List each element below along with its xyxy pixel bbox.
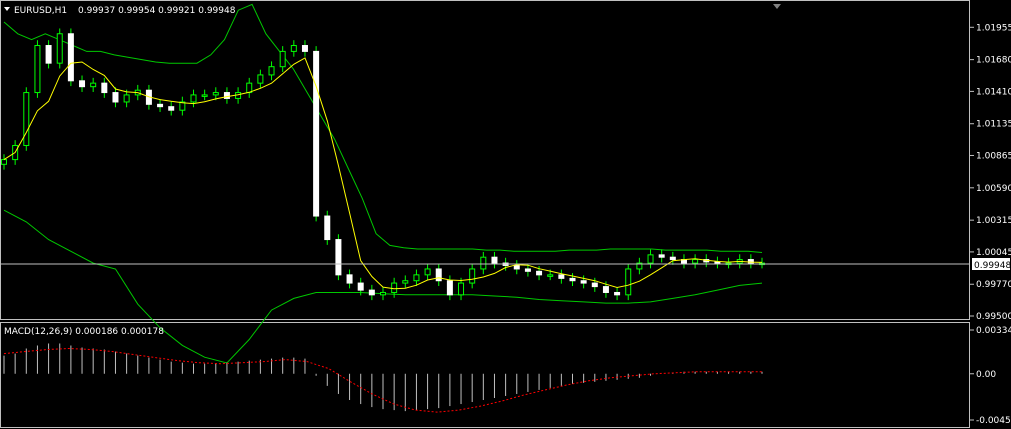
candle-body [112,92,119,103]
candle-body [547,274,554,277]
candle-body [168,106,175,111]
candle-body [201,94,208,97]
candle-body [324,215,331,241]
candle-body [625,268,632,296]
candle-body [446,280,453,296]
candle-body [458,282,465,296]
candle-body [79,80,86,88]
candle-body [591,282,598,288]
candle-body [212,92,219,96]
candle-body [491,256,498,264]
price-tick-label: 0.99770 [976,280,1011,290]
candle-body [435,268,442,282]
candle-body [692,259,699,264]
price-tick-label: 1.00315 [976,216,1011,226]
candle-body [157,103,164,108]
trading-chart: 1.01955 1.01680 1.01410 1.01135 1.00865 1.005… [0,0,1011,429]
price-tick-label: 1.01955 [976,23,1011,33]
candle-body [413,274,420,282]
candle-body [524,268,531,272]
candle-body [480,256,487,270]
candle-body [23,92,30,146]
candle-body [602,286,609,293]
candle-body [290,45,297,52]
candle-body [580,280,587,284]
symbol-label: EURUSD,H1 [14,6,67,16]
candle-body [335,239,342,276]
candle-body [301,45,308,52]
candle-body [669,256,676,261]
candle-body [45,45,52,64]
current-price-badge: 0.99948 [972,258,1011,271]
price-tick-label: 1.01680 [976,56,1011,66]
price-tick-label: 1.00865 [976,151,1011,161]
candle-body [569,277,576,282]
price-tick-label: 0.99500 [976,312,1011,322]
macd-tick-label: -0.00458 [976,416,1011,426]
candle-body [536,270,543,276]
candle-body [368,289,375,296]
current-price-label: 0.99948 [974,261,1011,271]
candle-body [123,94,130,103]
candle-body [67,33,74,82]
candle-body [257,74,264,84]
candle-body [190,94,197,103]
price-tick-label: 1.01135 [976,120,1011,130]
candle-body [380,291,386,296]
macd-tick-label: 0.003344 [976,326,1011,336]
candle-body [346,274,353,284]
symbol-header: EURUSD,H1 0.99937 0.99954 0.99921 0.9994… [4,6,236,16]
candle-body [313,50,320,217]
candle-body [56,33,63,64]
candle-body [658,254,665,258]
candle-body [614,291,621,296]
candle-body [402,280,409,284]
ohlc-values: 0.99937 0.99954 0.99921 0.99948 [78,6,236,16]
candle-body [34,45,41,94]
candle-body [469,268,476,284]
candle-body [424,268,431,276]
candle-body [357,282,364,291]
macd-label: MACD(12,26,9) 0.000186 0.000178 [4,327,164,337]
candle-body [391,282,398,293]
macd-tick-label: 0.00 [976,370,996,380]
price-tick-label: 1.01410 [976,87,1011,97]
candle-body [1,159,7,165]
candle-body [714,261,721,264]
candle-body [279,50,286,68]
candle-body [223,92,230,99]
candle-body [513,264,520,270]
candle-body [647,254,654,264]
candle-body [558,274,565,279]
price-tick-label: 1.00590 [976,184,1011,194]
candle-body [90,82,97,88]
price-tick-label: 1.00045 [976,248,1011,258]
candle-body [268,66,275,76]
candle-body [101,82,108,94]
